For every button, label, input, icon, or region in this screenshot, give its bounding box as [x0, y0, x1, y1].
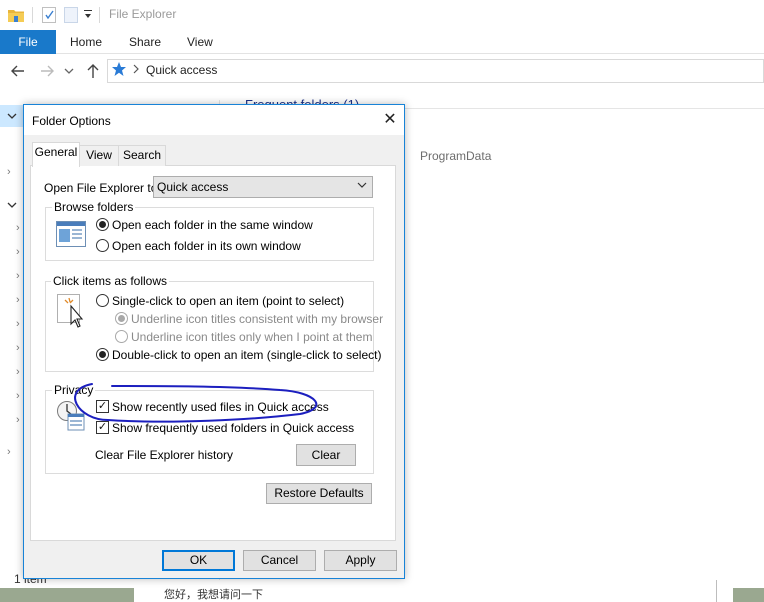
qat-separator [99, 7, 100, 23]
window-title: File Explorer [109, 7, 177, 21]
back-arrow-icon[interactable] [9, 62, 27, 80]
collapse-chevron-icon[interactable]: › [16, 390, 20, 402]
collapse-chevron-icon[interactable]: › [16, 270, 20, 282]
chevron-down-icon[interactable] [356, 179, 368, 194]
click-items-title: Click items as follows [51, 274, 170, 288]
ribbon-tab-bar [0, 30, 764, 54]
collapse-chevron-icon[interactable]: › [16, 294, 20, 306]
underline-browser-label: Underline icon titles consistent with my… [131, 312, 384, 326]
single-click-label[interactable]: Single-click to open an item (point to s… [112, 294, 344, 308]
tab-search[interactable]: Search [118, 145, 166, 166]
background-text: 您好，我想请问一下 [164, 589, 263, 601]
customize-qat-icon[interactable] [83, 8, 95, 22]
clear-history-label: Clear File Explorer history [95, 448, 234, 462]
qat-separator [32, 7, 33, 23]
double-click-label[interactable]: Double-click to open an item (single-cli… [112, 348, 381, 362]
window-edge [716, 580, 717, 602]
radio-own-window[interactable] [96, 239, 109, 252]
folder-item-programdata[interactable]: ProgramData [420, 149, 491, 163]
quick-access-star-icon [111, 61, 127, 79]
collapse-chevron-icon[interactable]: › [16, 342, 20, 354]
radio-double-click[interactable] [96, 348, 109, 361]
ribbon-tab-share[interactable]: Share [129, 30, 161, 54]
radio-same-window[interactable] [96, 218, 109, 231]
collapse-chevron-icon[interactable]: › [16, 366, 20, 378]
dialog-title: Folder Options [32, 114, 111, 128]
up-arrow-icon[interactable] [84, 62, 102, 80]
breadcrumb-chevron-icon[interactable] [132, 62, 140, 79]
pointer-click-icon [57, 294, 89, 328]
radio-underline-browser [115, 312, 128, 325]
open-explorer-label: Open File Explorer to: [44, 181, 161, 195]
recent-files-label[interactable]: Show recently used files in Quick access [112, 400, 329, 414]
browse-window-icon [56, 221, 88, 253]
collapse-chevron-icon[interactable]: › [7, 166, 11, 178]
frequent-folders-label[interactable]: Show frequently used folders in Quick ac… [112, 421, 354, 435]
tab-view[interactable]: View [79, 145, 119, 166]
folder-icon [8, 8, 24, 22]
breadcrumb-quick-access[interactable]: Quick access [146, 63, 217, 77]
forward-arrow-icon[interactable] [38, 62, 56, 80]
checkbox-frequent-folders[interactable]: ✓ [96, 421, 109, 434]
close-icon[interactable]: ✕ [380, 110, 400, 130]
radio-single-click[interactable] [96, 294, 109, 307]
expand-chevron-icon[interactable] [6, 199, 18, 214]
clear-button[interactable]: Clear [296, 444, 356, 466]
collapse-chevron-icon[interactable]: › [16, 222, 20, 234]
collapse-chevron-icon[interactable]: › [16, 414, 20, 426]
own-window-label[interactable]: Open each folder in its own window [112, 239, 301, 253]
properties-icon[interactable] [42, 7, 56, 23]
expand-chevron-icon[interactable] [6, 110, 18, 125]
browse-folders-title: Browse folders [52, 200, 136, 214]
ribbon-tab-view[interactable]: View [187, 30, 213, 54]
apply-button[interactable]: Apply [324, 550, 397, 571]
tab-general[interactable]: General [32, 142, 80, 167]
checkbox-recent-files[interactable]: ✓ [96, 400, 109, 413]
collapse-chevron-icon[interactable]: › [16, 318, 20, 330]
wallpaper-strip [733, 588, 764, 602]
ribbon-tab-home[interactable]: Home [70, 30, 102, 54]
ribbon-tab-file[interactable]: File [0, 30, 56, 54]
underline-point-label: Underline icon titles only when I point … [131, 330, 373, 344]
collapse-chevron-icon[interactable]: › [7, 446, 11, 458]
new-folder-icon[interactable] [64, 7, 78, 23]
privacy-title: Privacy [52, 383, 96, 397]
cancel-button[interactable]: Cancel [243, 550, 316, 571]
recent-locations-icon[interactable] [63, 62, 75, 80]
wallpaper-strip [0, 588, 134, 602]
ok-button[interactable]: OK [162, 550, 235, 571]
restore-defaults-button[interactable]: Restore Defaults [266, 483, 372, 504]
radio-underline-point [115, 330, 128, 343]
open-explorer-value: Quick access [157, 180, 229, 194]
collapse-chevron-icon[interactable]: › [16, 246, 20, 258]
same-window-label[interactable]: Open each folder in the same window [112, 218, 313, 232]
privacy-clock-icon [56, 400, 88, 432]
